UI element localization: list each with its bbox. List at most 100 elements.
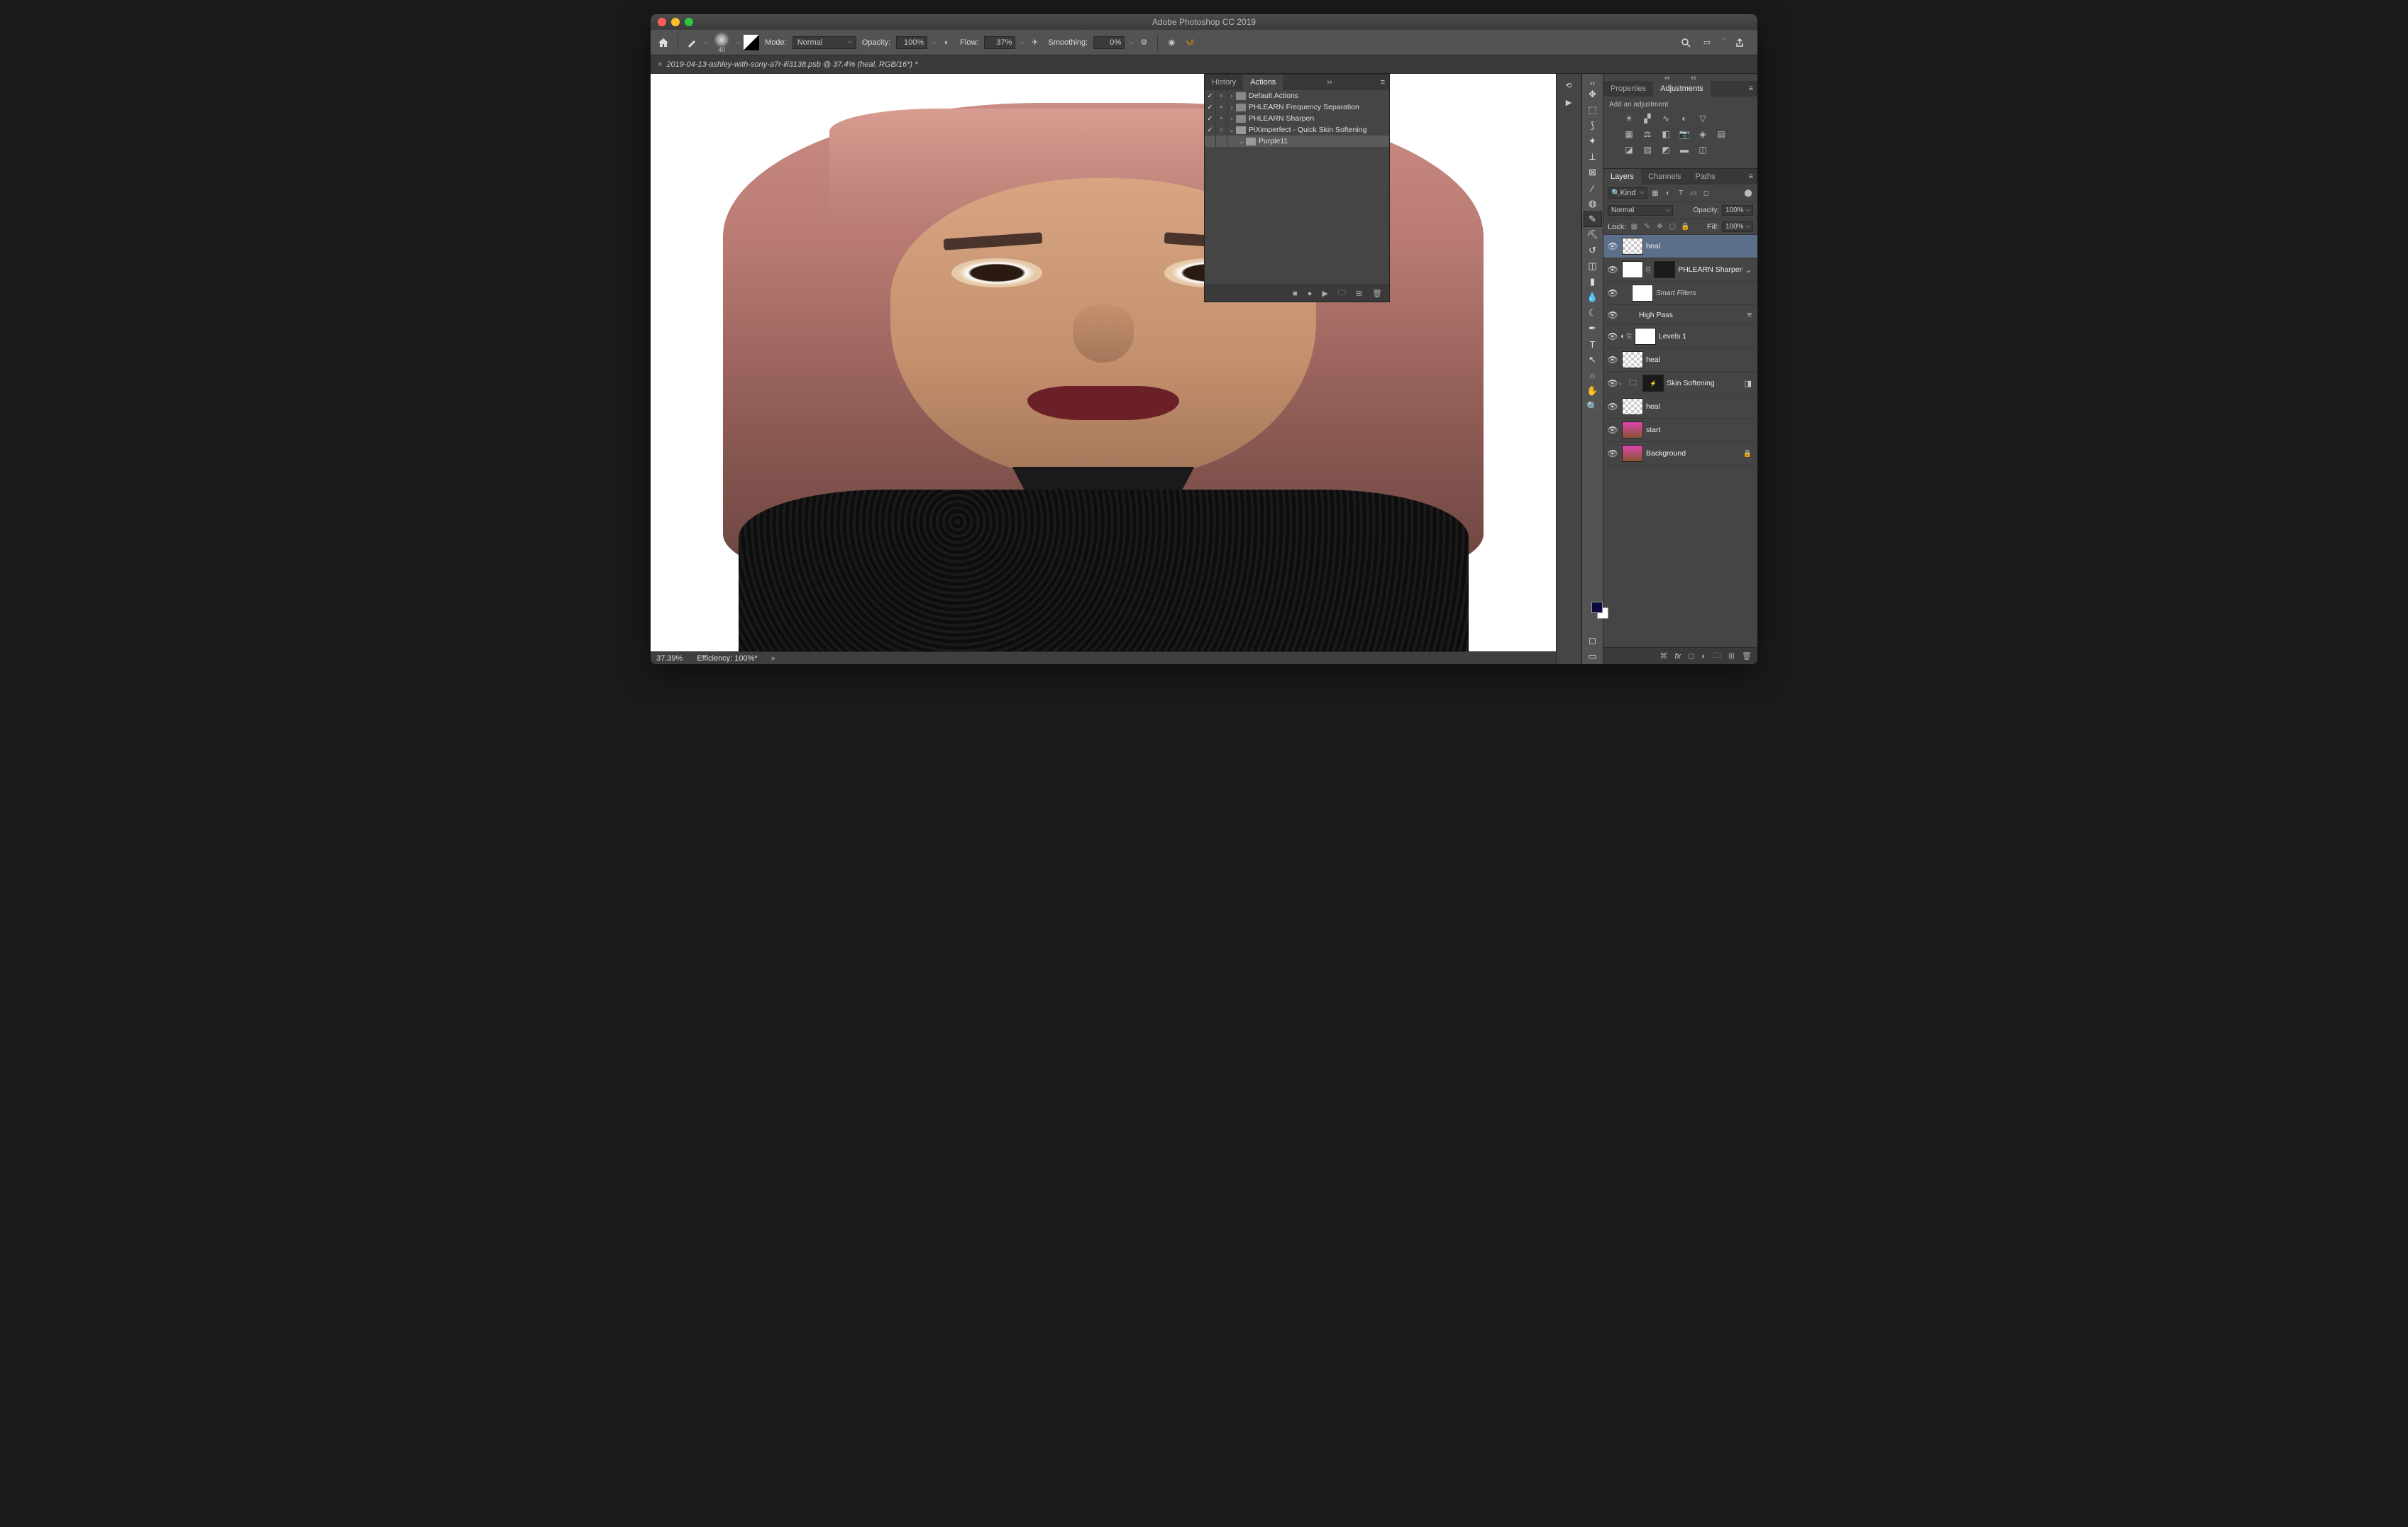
layer-name[interactable]: PHLEARN Sharpen +1	[1678, 265, 1743, 274]
tool-blur[interactable]: 💧	[1584, 290, 1602, 305]
filter-smart-icon[interactable]: ◻	[1701, 188, 1711, 198]
efficiency-status[interactable]: Efficiency: 100%*	[697, 654, 757, 663]
tool-wand[interactable]: ✦	[1584, 133, 1602, 149]
smoothing-input[interactable]: 0%	[1093, 36, 1125, 49]
color-lookup-icon[interactable]: ▤	[1716, 128, 1727, 140]
layer-visibility-icon[interactable]: 👁	[1606, 310, 1619, 320]
tool-eyedropper[interactable]: ⁄	[1584, 180, 1602, 196]
tab-history[interactable]: History	[1205, 75, 1243, 90]
tool-zoom[interactable]: 🔍	[1584, 399, 1602, 414]
expand-arrow-icon[interactable]: ›	[1227, 92, 1236, 99]
layer-row[interactable]: 👁⎘PHLEARN Sharpen +1⌄	[1603, 258, 1757, 282]
channel-mixer-icon[interactable]: ◈	[1697, 128, 1708, 140]
tool-pen[interactable]: ✒	[1584, 321, 1602, 336]
layer-visibility-icon[interactable]: 👁	[1606, 288, 1619, 298]
search-icon[interactable]	[1678, 35, 1694, 50]
layer-row[interactable]: 👁heal	[1603, 395, 1757, 419]
layer-visibility-icon[interactable]: 👁	[1606, 425, 1619, 435]
filter-type-icon[interactable]: T	[1676, 188, 1686, 198]
chevron-down-icon[interactable]: ⌵	[704, 39, 708, 46]
tool-dodge[interactable]: ☾	[1584, 305, 1602, 321]
zoom-level[interactable]: 37.39%	[656, 654, 683, 663]
layer-thumbnail[interactable]	[1635, 328, 1656, 345]
tool-hand[interactable]: ✋	[1584, 383, 1602, 399]
toggle-dialog[interactable]: ▫	[1216, 124, 1227, 136]
new-layer-icon[interactable]: ⊞	[1728, 651, 1735, 661]
layer-visibility-icon[interactable]: 👁	[1606, 378, 1619, 388]
action-row[interactable]: ⌄Purple11	[1205, 136, 1389, 147]
layer-thumbnail[interactable]	[1622, 351, 1643, 368]
history-dock-icon[interactable]: ⟲	[1562, 79, 1576, 91]
workspace-icon[interactable]: ▭	[1699, 35, 1715, 50]
lock-all-icon[interactable]: 🔒	[1680, 222, 1690, 232]
close-tab-icon[interactable]: ×	[658, 60, 662, 69]
layer-mask-icon[interactable]: ◻	[1688, 651, 1694, 661]
panel-menu-icon[interactable]: ≡	[1745, 84, 1757, 93]
layer-name[interactable]: Skin Softening	[1667, 379, 1742, 387]
layer-thumbnail[interactable]: ⚡	[1642, 375, 1664, 392]
expand-arrow-icon[interactable]: ›	[1227, 104, 1236, 111]
actions-panel[interactable]: History Actions ›› ≡ ✓▫›Default Actions✓…	[1204, 74, 1390, 302]
photo-filter-icon[interactable]: 📷	[1679, 128, 1690, 140]
lock-position-icon[interactable]: ✥	[1655, 222, 1664, 232]
action-row[interactable]: ✓▫›PHLEARN Sharpen	[1205, 113, 1389, 124]
tool-path[interactable]: ↖	[1584, 352, 1602, 368]
tool-rect[interactable]: ○	[1584, 368, 1602, 383]
brightness-icon[interactable]: ☀	[1623, 113, 1635, 124]
home-button[interactable]	[655, 34, 672, 51]
action-row[interactable]: ✓▫›PHLEARN Frequency Separation	[1205, 101, 1389, 113]
delete-action-icon[interactable]: 🗑	[1372, 289, 1382, 298]
filter-options-icon[interactable]: ≡	[1745, 311, 1755, 319]
tool-heal[interactable]: ◍	[1584, 196, 1602, 211]
layer-visibility-icon[interactable]: 👁	[1606, 355, 1619, 365]
smoothing-options-icon[interactable]: ⚙	[1136, 35, 1151, 50]
toggle-check[interactable]: ✓	[1205, 113, 1216, 124]
layer-name[interactable]: heal	[1646, 402, 1755, 411]
tool-type[interactable]: T	[1584, 336, 1602, 352]
filter-shape-icon[interactable]: ▭	[1689, 188, 1699, 198]
tool-eraser[interactable]: ◫	[1584, 258, 1602, 274]
layer-name[interactable]: Background	[1646, 449, 1743, 458]
bw-icon[interactable]: ◧	[1660, 128, 1672, 140]
screen-mode-icon[interactable]: ▭	[1584, 649, 1602, 664]
layer-row[interactable]: 👁start	[1603, 419, 1757, 442]
exposure-icon[interactable]: ◐	[1679, 113, 1690, 124]
link-layers-icon[interactable]: ⌘	[1659, 651, 1667, 661]
fx-badge-icon[interactable]: ◨	[1742, 379, 1755, 388]
panel-menu-icon[interactable]: ≡	[1376, 78, 1389, 87]
toggle-dialog[interactable]: ▫	[1216, 101, 1227, 113]
blend-mode-dropdown[interactable]: Normal	[792, 36, 856, 49]
layer-row[interactable]: 👁High Pass≡	[1603, 305, 1757, 325]
tool-gradient[interactable]: ▮	[1584, 274, 1602, 290]
curves-icon[interactable]: ∿	[1660, 113, 1672, 124]
tool-preset-picker[interactable]	[684, 35, 700, 50]
pressure-opacity-icon[interactable]: ◐	[939, 35, 954, 50]
layer-thumbnail[interactable]	[1622, 398, 1643, 415]
fill-input[interactable]: 100%	[1722, 221, 1753, 232]
action-row[interactable]: ✓▫›Default Actions	[1205, 90, 1389, 101]
tool-stamp[interactable]: ⛏	[1584, 227, 1602, 243]
tool-frame[interactable]: ⊠	[1584, 165, 1602, 180]
new-group-icon[interactable]: 🗀	[1713, 649, 1721, 663]
lock-pixels-icon[interactable]: ✎	[1642, 222, 1652, 232]
toggle-check[interactable]: ✓	[1205, 101, 1216, 113]
toggle-check[interactable]	[1205, 136, 1216, 147]
new-adjustment-icon[interactable]: ◐	[1701, 652, 1706, 661]
tab-channels[interactable]: Channels	[1641, 169, 1688, 184]
expand-arrow-icon[interactable]: ⌄	[1227, 126, 1236, 134]
flyout-icon[interactable]: ››	[1322, 78, 1336, 87]
filter-adjust-icon[interactable]: ◐	[1663, 188, 1673, 198]
layer-name[interactable]: heal	[1646, 355, 1755, 364]
minimize-window-button[interactable]	[671, 18, 680, 26]
toggle-dialog[interactable]	[1216, 136, 1227, 147]
filter-pixel-icon[interactable]: ▦	[1650, 188, 1660, 198]
tab-actions[interactable]: Actions	[1243, 75, 1283, 90]
layer-row[interactable]: 👁›🗀⚡Skin Softening◨	[1603, 372, 1757, 395]
toggle-dialog[interactable]: ▫	[1216, 113, 1227, 124]
layer-row[interactable]: 👁◐⎘Levels 1	[1603, 325, 1757, 348]
tab-layers[interactable]: Layers	[1603, 169, 1641, 184]
stop-icon[interactable]: ■	[1293, 290, 1298, 298]
lock-artboard-icon[interactable]: ▢	[1667, 222, 1677, 232]
layer-visibility-icon[interactable]: 👁	[1606, 241, 1619, 251]
tab-properties[interactable]: Properties	[1603, 81, 1653, 97]
